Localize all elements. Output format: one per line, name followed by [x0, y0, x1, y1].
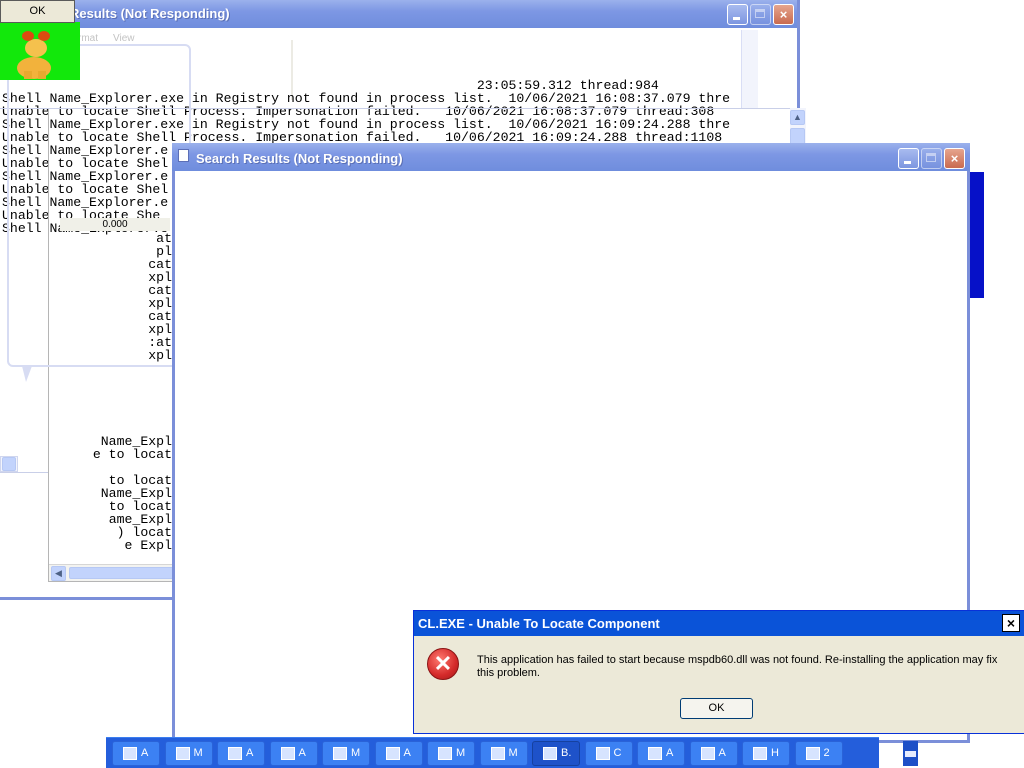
taskbar-button[interactable]: A — [689, 741, 738, 766]
taskbar-button-label: C — [613, 747, 622, 759]
left-scroll-thumb[interactable] — [2, 457, 16, 471]
help-icon — [753, 747, 767, 760]
network-icon — [175, 747, 190, 760]
taskbar-button-label: A — [666, 747, 674, 759]
ok-popup-button[interactable]: OK — [0, 0, 75, 23]
chart-icon — [333, 747, 347, 760]
taskbar-button-label: M — [193, 747, 203, 759]
taskbar-button[interactable]: C — [584, 741, 633, 766]
paint-icon — [648, 747, 662, 760]
minimize-icon — [904, 161, 911, 164]
menu-item-format[interactable]: rmat — [78, 33, 98, 44]
error-icon: ✕ — [427, 648, 459, 680]
cmd-icon — [595, 747, 610, 760]
left-scrollbar[interactable] — [0, 456, 18, 472]
minimize-icon — [733, 17, 740, 20]
results-scrollbar[interactable] — [741, 30, 758, 108]
taskbar-button-label: A — [403, 747, 411, 759]
maximize-icon — [755, 9, 765, 18]
left-arrow-icon: ◀ — [55, 568, 62, 578]
error-dialog-close-button[interactable]: × — [1002, 614, 1020, 632]
taskbar-button-label: A — [298, 747, 306, 759]
taskbar: A M A A M A M M B. C A A H 2 — [106, 737, 879, 768]
taskbar-button[interactable]: B. — [532, 741, 580, 766]
search-icon — [280, 747, 295, 760]
panel-scrollbar[interactable]: ▲ — [790, 108, 806, 148]
taskbar-button-label: M — [351, 747, 361, 759]
error-dialog-title: CL.EXE - Unable To Locate Component — [418, 616, 660, 631]
taskbar-button-label: A — [246, 747, 254, 759]
scroll-left-button[interactable]: ◀ — [51, 566, 66, 581]
close-icon: × — [950, 151, 959, 166]
maximize-button[interactable] — [921, 148, 942, 169]
log-fragment: e Expl — [124, 538, 172, 553]
error-dialog: CL.EXE - Unable To Locate Component × ✕ … — [413, 610, 1024, 734]
h-scrollbar[interactable]: ◀ — [49, 564, 179, 581]
background-window-edge — [970, 172, 984, 298]
taskbar-button-label: B. — [561, 747, 572, 759]
menu-item-view[interactable]: View — [113, 33, 135, 44]
h-scroll-thumb[interactable] — [69, 567, 174, 579]
taskbar-button[interactable]: A — [637, 741, 685, 766]
taskbar-button[interactable]: A — [112, 741, 160, 766]
taskbar-button[interactable]: A — [217, 741, 265, 766]
search-results-titlebar[interactable]: Search Results (Not Responding) × — [172, 143, 970, 171]
keyboard-icon[interactable] — [903, 741, 918, 766]
dog-icon — [17, 31, 51, 79]
close-icon: × — [779, 7, 788, 22]
window-icon — [543, 747, 557, 760]
taskbar-button-label: H — [771, 747, 779, 759]
results-window-title: Results (Not Responding) — [70, 6, 230, 21]
taskbar-button[interactable]: H — [742, 741, 790, 766]
results-window-titlebar[interactable]: Results (Not Responding) × — [0, 0, 797, 28]
scroll-up-button[interactable]: ▲ — [790, 110, 805, 125]
taskbar-button[interactable]: M — [427, 741, 475, 766]
taskbar-button[interactable]: A — [374, 741, 423, 766]
taskbar-button[interactable]: M — [164, 741, 213, 766]
taskbar-button-label: M — [456, 747, 466, 759]
taskbar-button-label: A — [141, 747, 149, 759]
ok-button[interactable]: OK — [680, 698, 753, 719]
mascot-image — [0, 22, 80, 80]
minimize-button[interactable] — [898, 148, 919, 169]
error-dialog-titlebar[interactable]: CL.EXE - Unable To Locate Component × — [414, 611, 1024, 636]
taskbar-button-label: M — [508, 747, 518, 759]
taskbar-button[interactable]: M — [479, 741, 528, 766]
balloon-outline — [7, 44, 191, 367]
up-arrow-icon: ▲ — [793, 112, 802, 122]
value-readout: 0.000 — [60, 218, 170, 231]
log-fragment: e to locat — [92, 447, 172, 462]
taskbar-button-label: 2 — [823, 747, 830, 759]
taskbar-button[interactable]: 2 — [794, 741, 843, 766]
divider — [0, 472, 48, 473]
balloon-pointer — [22, 366, 32, 382]
maximize-icon — [926, 153, 936, 162]
minimize-button[interactable] — [727, 4, 748, 25]
document-icon — [178, 149, 189, 162]
search-results-title: Search Results (Not Responding) — [196, 151, 403, 166]
window-icon — [385, 747, 400, 760]
error-message: This application has failed to start bec… — [477, 654, 998, 679]
taskbar-button[interactable]: M — [322, 741, 370, 766]
taskbar-button[interactable]: A — [269, 741, 318, 766]
close-button[interactable]: × — [944, 148, 965, 169]
close-button[interactable]: × — [773, 4, 794, 25]
network-icon — [490, 747, 505, 760]
film-icon — [438, 747, 452, 760]
window-icon — [700, 747, 715, 760]
window-icon — [805, 747, 820, 760]
maximize-button[interactable] — [750, 4, 771, 25]
tools-icon — [228, 747, 242, 760]
window-icon — [123, 747, 137, 760]
taskbar-button-label: A — [718, 747, 726, 759]
